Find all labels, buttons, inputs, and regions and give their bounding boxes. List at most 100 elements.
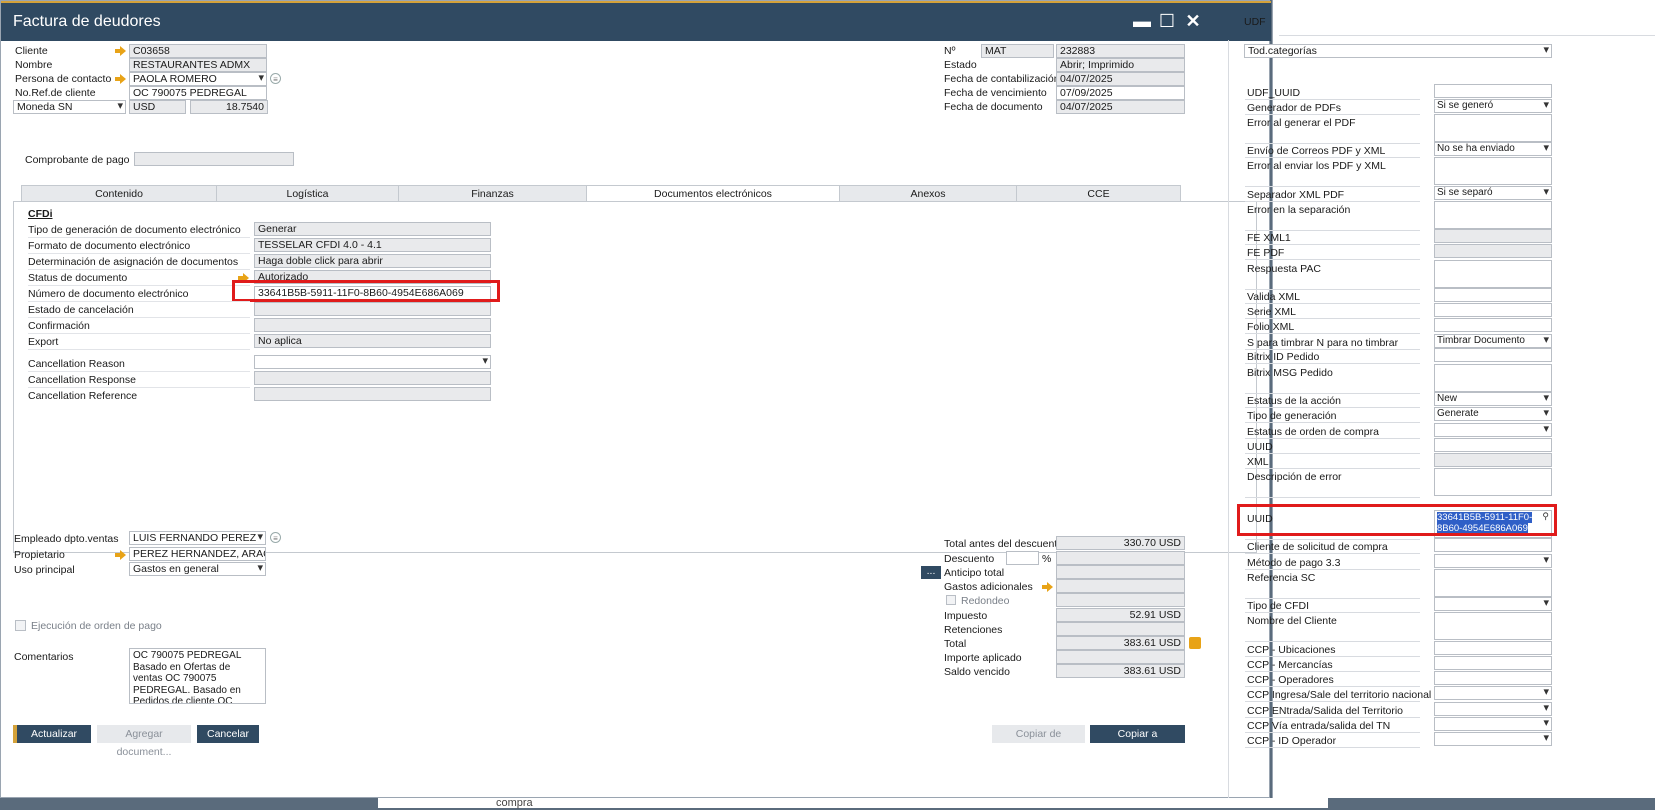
impuesto-field[interactable]: 52.91 USD <box>1056 608 1185 622</box>
fecha-venc-field[interactable]: 07/09/2025 <box>1056 86 1185 100</box>
udf-readonly-field[interactable] <box>1434 229 1552 243</box>
udf-input-field[interactable] <box>1434 84 1552 98</box>
udf-dropdown[interactable]: No se ha enviado <box>1434 142 1552 156</box>
udf-dropdown[interactable]: Si se separó <box>1434 186 1552 200</box>
udf-input-field[interactable] <box>1434 641 1552 655</box>
cfdi-row-label: Número de documento electrónico <box>28 288 189 300</box>
total-antes-field[interactable]: 330.70 USD <box>1056 536 1185 550</box>
udf-readonly-field[interactable] <box>1434 244 1552 258</box>
udf-input-field[interactable] <box>1434 288 1552 302</box>
redondeo-checkbox[interactable] <box>946 595 956 605</box>
udf-dropdown[interactable]: New <box>1434 392 1552 406</box>
tab-anexos[interactable]: Anexos <box>839 185 1017 202</box>
udf-dropdown[interactable] <box>1434 423 1552 437</box>
currency-rate[interactable]: 18.7540 <box>190 100 268 114</box>
udf-dropdown[interactable] <box>1434 717 1552 731</box>
details-icon[interactable]: ≡ <box>270 73 281 84</box>
tab-cce[interactable]: CCE <box>1016 185 1181 202</box>
link-arrow-icon[interactable] <box>115 550 127 560</box>
cfdi-row-value[interactable]: Haga doble click para abrir <box>254 254 491 268</box>
empleado-dropdown[interactable]: LUIS FERNANDO PEREZ <box>129 531 266 545</box>
udf-input-field[interactable] <box>1434 157 1552 185</box>
tab-logistica[interactable]: Logística <box>216 185 399 202</box>
tab-finanzas[interactable]: Finanzas <box>398 185 587 202</box>
title-bar[interactable]: Factura de deudores ▬ ☐ ✕ <box>1 1 1271 41</box>
cfdi-row-value[interactable]: TESSELAR CFDI 4.0 - 4.1 <box>254 238 491 252</box>
link-arrow-icon[interactable] <box>115 46 127 56</box>
series-field[interactable]: MAT <box>981 44 1054 58</box>
details-icon[interactable]: ≡ <box>270 532 281 543</box>
udf-input-field[interactable] <box>1434 438 1552 452</box>
saldo-field[interactable]: 383.61 USD <box>1056 664 1185 678</box>
agregar-documento-button[interactable]: Agregar document... <box>97 725 191 758</box>
udf-input-field[interactable] <box>1434 671 1552 685</box>
fecha-doc-field[interactable]: 04/07/2025 <box>1056 100 1185 114</box>
uso-dropdown[interactable]: Gastos en general <box>129 562 266 576</box>
cancelar-button[interactable]: Cancelar <box>197 725 259 743</box>
ejecucion-checkbox[interactable] <box>15 620 26 631</box>
udf-input-field[interactable] <box>1434 468 1552 496</box>
udf-dropdown[interactable]: Si se generó <box>1434 99 1552 113</box>
cliente-field[interactable]: C03658 <box>129 44 267 58</box>
tab-contenido[interactable]: Contenido <box>21 185 217 202</box>
cfdi-row-value[interactable]: No aplica <box>254 334 491 348</box>
anticipo-field[interactable] <box>1056 565 1185 579</box>
maximize-icon[interactable]: ☐ <box>1156 9 1178 33</box>
udf-input-field[interactable] <box>1434 260 1552 288</box>
udf-input-field[interactable] <box>1434 348 1552 362</box>
doc-number-field[interactable]: 232883 <box>1056 44 1185 58</box>
total-field[interactable]: 383.61 USD <box>1056 636 1185 650</box>
retenciones-field[interactable] <box>1056 622 1185 636</box>
udf-dropdown[interactable] <box>1434 702 1552 716</box>
minimize-icon[interactable]: ▬ <box>1131 9 1153 33</box>
udf-dropdown[interactable] <box>1434 732 1552 746</box>
fecha-cont-field[interactable]: 04/07/2025 <box>1056 72 1185 86</box>
cancel-reference-field[interactable] <box>254 387 491 401</box>
comprobante-field[interactable] <box>134 152 294 166</box>
udf-input-field[interactable] <box>1434 656 1552 670</box>
udf-input-field[interactable] <box>1434 303 1552 317</box>
udf-input-field[interactable] <box>1434 569 1552 597</box>
link-arrow-icon[interactable] <box>1042 582 1054 592</box>
udf-input-field[interactable] <box>1434 612 1552 640</box>
moneda-dropdown[interactable]: Moneda SN <box>13 100 126 114</box>
gastos-field[interactable] <box>1056 579 1185 593</box>
importe-field[interactable] <box>1056 650 1185 664</box>
udf-category-dropdown[interactable]: Tod.categorías <box>1244 44 1552 58</box>
udf-input-field[interactable] <box>1434 318 1552 332</box>
contacto-dropdown[interactable]: PAOLA ROMERO <box>129 72 267 86</box>
cfdi-row-value[interactable] <box>254 302 491 316</box>
actualizar-button[interactable]: Actualizar <box>13 725 91 743</box>
copiar-de-button[interactable]: Copiar de <box>992 725 1085 743</box>
udf-dropdown[interactable] <box>1434 686 1552 700</box>
udf-input-field[interactable] <box>1434 364 1552 392</box>
ref-field[interactable]: OC 790075 PEDREGAL <box>129 86 267 100</box>
currency-code[interactable]: USD <box>129 100 186 114</box>
propietario-field[interactable]: PEREZ HERNANDEZ, ARACELI <box>129 547 266 561</box>
estado-field[interactable]: Abrir; Imprimido <box>1056 58 1185 72</box>
descuento-field[interactable] <box>1056 551 1185 565</box>
copiar-a-button[interactable]: Copiar a <box>1090 725 1185 743</box>
udf-dropdown[interactable]: Timbrar Documento <box>1434 334 1552 348</box>
comentarios-textarea[interactable]: OC 790075 PEDREGAL Basado en Ofertas de … <box>129 648 266 704</box>
highlight-box <box>232 280 500 302</box>
cfdi-row-value[interactable]: Generar <box>254 222 491 236</box>
udf-dropdown[interactable] <box>1434 597 1552 611</box>
more-button[interactable]: ... <box>921 566 941 579</box>
nombre-field[interactable]: RESTAURANTES ADMX <box>129 58 267 72</box>
udf-dropdown[interactable]: Generate <box>1434 407 1552 421</box>
udf-input-field[interactable] <box>1434 114 1552 142</box>
contacto-label: Persona de contacto <box>15 73 112 85</box>
descuento-pct-field[interactable] <box>1006 551 1039 565</box>
close-icon[interactable]: ✕ <box>1182 9 1204 33</box>
redondeo-field[interactable] <box>1056 593 1185 607</box>
currency-coins-icon[interactable] <box>1189 637 1201 649</box>
udf-input-field[interactable] <box>1434 201 1552 229</box>
cancel-reason-dropdown[interactable] <box>254 355 491 369</box>
link-arrow-icon[interactable] <box>115 74 127 84</box>
udf-readonly-field[interactable] <box>1434 453 1552 467</box>
udf-input-field[interactable] <box>1434 538 1552 552</box>
cancel-response-field[interactable] <box>254 371 491 385</box>
udf-dropdown[interactable] <box>1434 554 1552 568</box>
cfdi-row-value[interactable] <box>254 318 491 332</box>
